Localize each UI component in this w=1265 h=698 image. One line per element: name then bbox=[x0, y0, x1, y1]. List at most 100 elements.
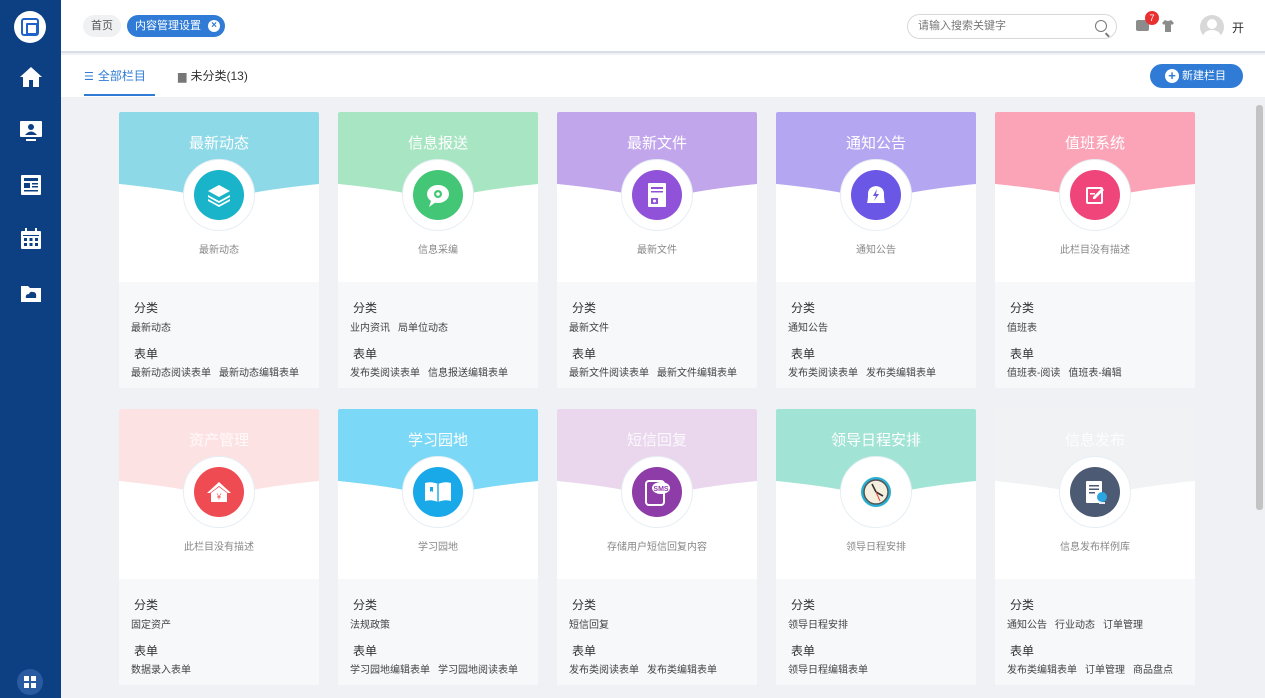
search-input[interactable]: 请输入搜索关键字 bbox=[907, 14, 1117, 39]
card-footer: 分类 值班表 表单 值班表-阅读 值班表-编辑 bbox=[995, 282, 1195, 388]
card-title[interactable]: 最新文件 bbox=[557, 132, 757, 153]
category-item: 行业动态 bbox=[1055, 620, 1095, 631]
card-title[interactable]: 最新动态 bbox=[119, 132, 319, 153]
home-icon[interactable] bbox=[0, 57, 61, 97]
tab-all-columns[interactable]: ☰ 全部栏目 bbox=[84, 67, 155, 96]
form-values: 最新动态阅读表单 最新动态编辑表单 bbox=[131, 364, 307, 379]
category-values: 领导日程安排 bbox=[788, 616, 856, 631]
column-card[interactable]: 通知公告 通知公告 分类 通知公告 表单 发布类阅读表单 发布类编辑表单 bbox=[776, 112, 976, 388]
card-title[interactable]: 信息发布 bbox=[995, 429, 1195, 450]
form-item[interactable]: 值班表-阅读 bbox=[1007, 368, 1060, 379]
cloud-folder-icon[interactable] bbox=[0, 273, 61, 313]
form-item[interactable]: 发布类编辑表单 bbox=[866, 368, 936, 379]
app-logo[interactable] bbox=[14, 11, 46, 43]
category-values: 法规政策 bbox=[350, 616, 398, 631]
form-values: 发布类阅读表单 信息报送编辑表单 bbox=[350, 364, 516, 379]
calendar-icon[interactable] bbox=[0, 219, 61, 259]
breadcrumb-home[interactable]: 首页 bbox=[83, 15, 121, 37]
sms-icon: SMS bbox=[632, 467, 682, 517]
card-description: 信息发布样例库 bbox=[1060, 542, 1130, 553]
breadcrumb-active-tab[interactable]: 内容管理设置 × bbox=[127, 15, 225, 37]
scrollbar[interactable] bbox=[1256, 105, 1263, 698]
form-item[interactable]: 最新动态编辑表单 bbox=[219, 368, 299, 379]
column-card[interactable]: 资产管理 ¥ 此栏目没有描述 分类 固定资产 表单 数据录入表单 bbox=[119, 409, 319, 685]
card-footer: 分类 通知公告 表单 发布类阅读表单 发布类编辑表单 bbox=[776, 282, 976, 388]
column-card[interactable]: 最新文件 最新文件 分类 最新文件 表单 最新文件阅读表单 最新文件编辑表单 bbox=[557, 112, 757, 388]
card-title[interactable]: 学习园地 bbox=[338, 429, 538, 450]
tab-uncategorized[interactable]: ▆ 未分类(13) bbox=[178, 67, 248, 84]
notification-badge: 7 bbox=[1145, 11, 1159, 25]
search-icon[interactable] bbox=[1095, 20, 1107, 32]
card-header: 学习园地 学习园地 bbox=[338, 409, 538, 579]
form-item[interactable]: 商品盘点 bbox=[1133, 665, 1173, 676]
column-card[interactable]: 值班系统 此栏目没有描述 分类 值班表 表单 值班表-阅读 值班表-编辑 bbox=[995, 112, 1195, 388]
book-icon bbox=[413, 467, 463, 517]
svg-text:SMS: SMS bbox=[653, 486, 669, 493]
category-values: 短信回复 bbox=[569, 616, 617, 631]
card-footer: 分类 业内资讯 局单位动态 表单 发布类阅读表单 信息报送编辑表单 bbox=[338, 282, 538, 388]
column-card[interactable]: 信息报送 信息采编 分类 业内资讯 局单位动态 表单 发布类阅读表单 信息报送编辑表… bbox=[338, 112, 538, 388]
form-item[interactable]: 最新动态阅读表单 bbox=[131, 368, 211, 379]
category-values: 最新动态 bbox=[131, 319, 179, 334]
card-title[interactable]: 信息报送 bbox=[338, 132, 538, 153]
tab-bar: ☰ 全部栏目 ▆ 未分类(13) + 新建栏目 bbox=[61, 55, 1265, 97]
card-icon-ring bbox=[840, 456, 912, 528]
close-tab-icon[interactable]: × bbox=[208, 20, 220, 32]
monitor-user-icon[interactable] bbox=[0, 111, 61, 151]
form-item[interactable]: 发布类编辑表单 bbox=[1007, 665, 1077, 676]
column-card[interactable]: 领导日程安排 领导日程安排 分类 领导日程安排 表单 领导日程编辑表单 bbox=[776, 409, 976, 685]
card-title[interactable]: 值班系统 bbox=[995, 132, 1195, 153]
scrollbar-thumb[interactable] bbox=[1256, 105, 1263, 510]
form-item[interactable]: 最新文件阅读表单 bbox=[569, 368, 649, 379]
category-item: 通知公告 bbox=[788, 323, 828, 334]
card-header: 值班系统 此栏目没有描述 bbox=[995, 112, 1195, 282]
form-item[interactable]: 发布类阅读表单 bbox=[569, 665, 639, 676]
skin-icon[interactable] bbox=[1162, 20, 1174, 32]
form-item[interactable]: 最新文件编辑表单 bbox=[657, 368, 737, 379]
card-title[interactable]: 领导日程安排 bbox=[776, 429, 976, 450]
form-item[interactable]: 订单管理 bbox=[1085, 665, 1125, 676]
form-item[interactable]: 信息报送编辑表单 bbox=[428, 368, 508, 379]
card-footer: 分类 固定资产 表单 数据录入表单 bbox=[119, 579, 319, 685]
card-title[interactable]: 资产管理 bbox=[119, 429, 319, 450]
category-values: 通知公告 bbox=[788, 319, 836, 334]
category-label: 分类 bbox=[791, 301, 816, 315]
avatar[interactable] bbox=[1200, 15, 1224, 39]
column-card[interactable]: 最新动态 最新动态 分类 最新动态 表单 最新动态阅读表单 最新动态编辑表单 bbox=[119, 112, 319, 388]
card-title[interactable]: 通知公告 bbox=[776, 132, 976, 153]
card-description: 领导日程安排 bbox=[846, 542, 906, 553]
form-item[interactable]: 值班表-编辑 bbox=[1068, 368, 1121, 379]
card-icon-ring: SMS bbox=[621, 456, 693, 528]
card-description: 最新动态 bbox=[199, 245, 239, 256]
form-item[interactable]: 学习园地阅读表单 bbox=[438, 665, 518, 676]
category-label: 分类 bbox=[353, 598, 378, 612]
form-label: 表单 bbox=[791, 644, 816, 658]
category-label: 分类 bbox=[1010, 301, 1035, 315]
form-values: 发布类阅读表单 发布类编辑表单 bbox=[569, 661, 725, 676]
card-footer: 分类 通知公告 行业动态 订单管理 表单 发布类编辑表单 订单管理 商品盘点 bbox=[995, 579, 1195, 685]
form-label: 表单 bbox=[791, 347, 816, 361]
form-label: 表单 bbox=[1010, 347, 1035, 361]
column-card[interactable]: 学习园地 学习园地 分类 法规政策 表单 学习园地编辑表单 学习园地阅读表单 bbox=[338, 409, 538, 685]
news-icon[interactable] bbox=[0, 165, 61, 205]
form-label: 表单 bbox=[353, 644, 378, 658]
form-item[interactable]: 发布类阅读表单 bbox=[350, 368, 420, 379]
form-values: 学习园地编辑表单 学习园地阅读表单 bbox=[350, 661, 526, 676]
card-footer: 分类 短信回复 表单 发布类阅读表单 发布类编辑表单 bbox=[557, 579, 757, 685]
apps-grid-icon[interactable] bbox=[17, 669, 43, 695]
card-title[interactable]: 短信回复 bbox=[557, 429, 757, 450]
user-name[interactable]: 开 bbox=[1232, 19, 1244, 36]
form-item[interactable]: 发布类阅读表单 bbox=[788, 368, 858, 379]
new-column-button[interactable]: + 新建栏目 bbox=[1150, 64, 1243, 88]
column-card[interactable]: 信息发布 信息发布样例库 分类 通知公告 行业动态 订单管理 表单 发布类编辑表单订… bbox=[995, 409, 1195, 685]
category-item: 领导日程安排 bbox=[788, 620, 848, 631]
card-description: 信息采编 bbox=[418, 245, 458, 256]
column-card[interactable]: 短信回复 SMS 存储用户短信回复内容 分类 短信回复 表单 发布类阅读表单 发布… bbox=[557, 409, 757, 685]
form-item[interactable]: 数据录入表单 bbox=[131, 665, 191, 676]
form-label: 表单 bbox=[572, 347, 597, 361]
form-item[interactable]: 学习园地编辑表单 bbox=[350, 665, 430, 676]
form-item[interactable]: 领导日程编辑表单 bbox=[788, 665, 868, 676]
tab-uncategorized-label: 未分类(13) bbox=[190, 69, 248, 83]
form-item[interactable]: 发布类编辑表单 bbox=[647, 665, 717, 676]
form-label: 表单 bbox=[134, 644, 159, 658]
